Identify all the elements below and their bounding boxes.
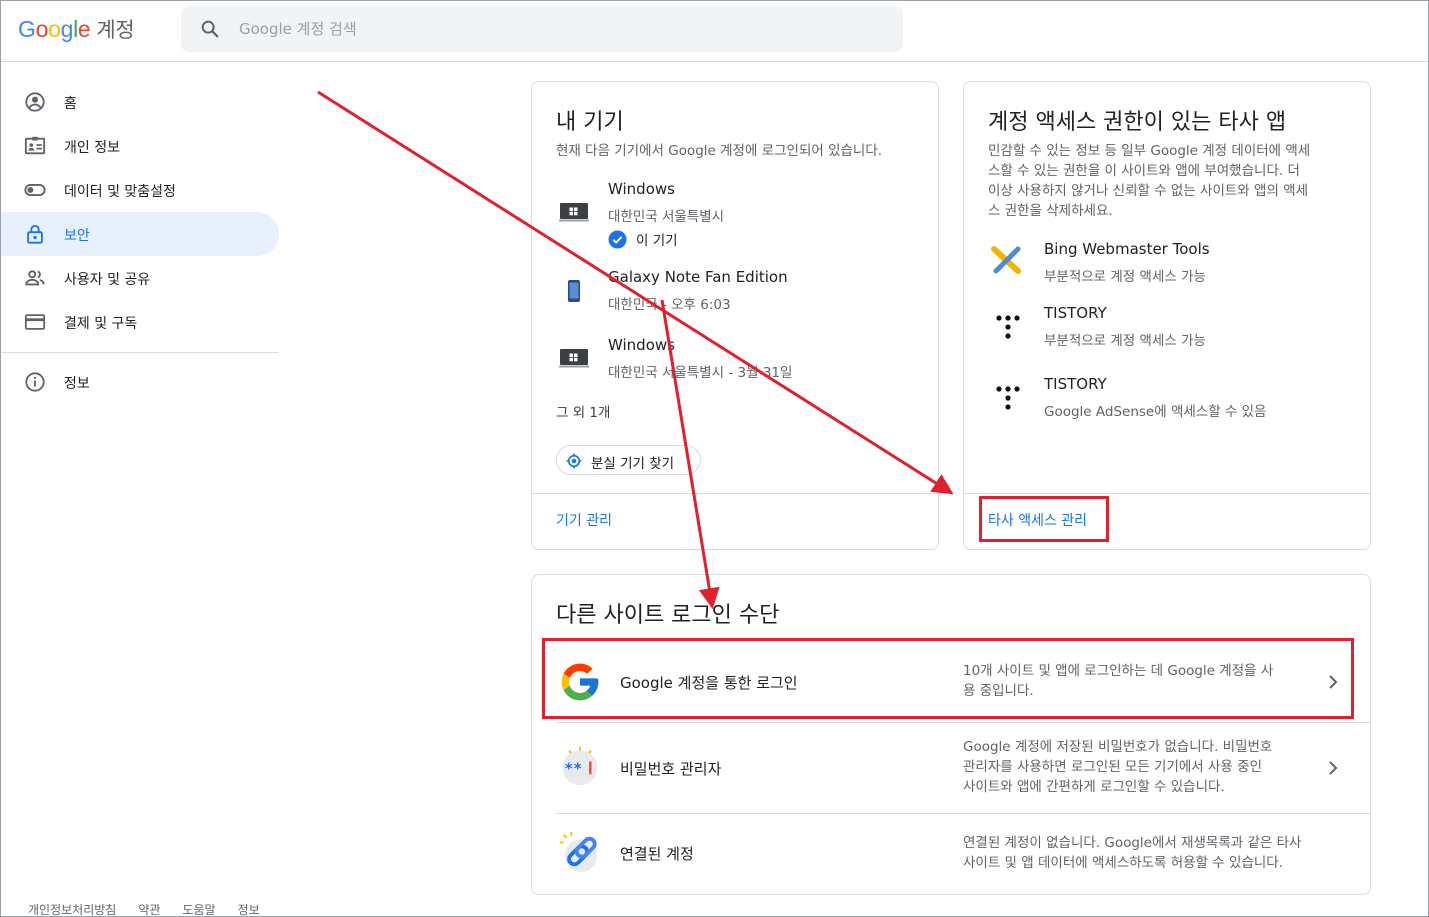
app-name: Bing Webmaster Tools [1044,240,1210,258]
info-icon [25,372,45,392]
footer-link-about[interactable]: 정보 [238,901,260,917]
sidebar-item-label: 정보 [64,376,90,392]
google-g-icon [561,663,599,701]
card-divider [964,493,1370,494]
signin-with-google-desc-1: 10개 사이트 및 앱에 로그인하는 데 Google 계정을 사 [963,663,1274,679]
footer-link-help[interactable]: 도움말 [182,901,215,917]
lock-icon [27,224,43,244]
sidebar-divider [0,352,279,353]
chevron-right-icon[interactable] [1326,760,1340,776]
app-access-level: 부분적으로 계정 액세스 가능 [1044,333,1206,349]
people-icon [25,270,45,286]
device-name: Windows [608,180,675,198]
manage-third-party-access-link[interactable]: 타사 액세스 관리 [988,510,1087,530]
third-party-apps-desc-4: 스 권한을 삭제하세요. [988,203,1113,219]
device-name: Galaxy Note Fan Edition [608,268,788,286]
manage-devices-link[interactable]: 기기 관리 [556,510,612,530]
app-name: TISTORY [1044,375,1107,393]
chevron-right-icon[interactable] [1326,674,1340,690]
bing-webmaster-icon [991,246,1021,274]
device-location: 대한민국 서울특별시 [608,209,725,225]
footer-link-privacy[interactable]: 개인정보처리방침 [28,901,116,917]
linked-accounts-desc-2: 사이트 및 앱 데이터에 액세스하도록 허용할 수 있습니다. [963,855,1283,871]
sidebar-item-label: 사용자 및 공유 [64,272,151,288]
signin-with-google-desc-2: 용 중입니다. [963,683,1034,699]
password-manager-icon: ** [562,746,598,786]
devices-card-title: 내 기기 [556,110,624,135]
sidebar-item-personal-info[interactable]: 개인 정보 [0,124,279,168]
sidebar-item-payments[interactable]: 결제 및 구독 [0,300,279,344]
third-party-apps-desc-2: 스할 수 있는 권한을 이 사이트와 앱에 부여했습니다. 더 [988,163,1300,179]
password-manager-desc-2: 관리자를 사용하면 로그인된 모든 기기에서 사용 중인 [963,759,1262,775]
devices-card-desc: 현재 다음 기기에서 Google 계정에 로그인되어 있습니다. [556,143,883,159]
footer-links: 개인정보처리방침 약관 도움말 정보 [28,901,282,917]
google-account-logo[interactable]: Google 계정 [18,14,135,44]
id-card-icon [24,136,46,155]
search-input[interactable] [239,14,879,44]
tistory-icon [996,315,1020,339]
device-location: 대한민국 서울특별시 - 3월 31일 [608,365,793,381]
sidebar-item-label: 결제 및 구독 [64,316,138,332]
sidebar-item-security[interactable]: 보안 [0,212,279,256]
sidebar-item-label: 개인 정보 [64,140,120,156]
top-bar: Google 계정 [0,0,1429,62]
password-manager-desc-3: 사이트와 앱에 간편하게 로그인할 수 있습니다. [963,779,1225,795]
svg-text:**: ** [564,760,582,777]
phone-icon [568,280,580,302]
device-name: Windows [608,336,675,354]
app-access-level: 부분적으로 계정 액세스 가능 [1044,269,1206,285]
this-device-badge: 이 기기 [636,233,678,249]
password-manager-title: 비밀번호 관리자 [620,760,722,778]
search-icon[interactable] [199,18,221,40]
sidebar-item-about[interactable]: 정보 [0,360,279,404]
footer-link-terms[interactable]: 약관 [138,901,160,917]
sidebar-item-people-sharing[interactable]: 사용자 및 공유 [0,256,279,300]
find-lost-device-button[interactable]: 분실 기기 찾기 [556,445,701,475]
sidebar-item-label: 데이터 및 맞춤설정 [64,184,176,200]
app-access-level: Google AdSense에 액세스할 수 있음 [1044,404,1267,420]
signin-with-google-title: Google 계정을 통한 로그인 [620,674,798,692]
sidebar-item-home[interactable]: 홈 [0,80,279,124]
card-divider [532,493,938,494]
sidebar-item-label: 홈 [64,96,77,112]
linked-accounts-title: 연결된 계정 [620,845,694,863]
find-lost-device-label: 분실 기기 찾기 [591,456,675,472]
sidebar-item-data-personalization[interactable]: 데이터 및 맞춤설정 [0,168,279,212]
device-location: 대한민국 - 오후 6:03 [608,297,731,313]
linked-accounts-desc-1: 연결된 계정이 없습니다. Google에서 재생목록과 같은 타사 [963,835,1302,851]
toggle-icon [24,184,46,196]
password-manager-desc-1: Google 계정에 저장된 비밀번호가 없습니다. 비밀번호 [963,739,1273,755]
third-party-apps-desc-3: 이상 사용하지 않거나 신뢰할 수 없는 사이트와 앱의 액세 [988,183,1308,199]
third-party-apps-desc-1: 민감할 수 있는 정보 등 일부 Google 계정 데이터에 액세 [988,143,1311,159]
link-chain-icon [559,831,598,873]
more-devices-text: 그 외 1개 [556,405,611,421]
app-name: TISTORY [1044,304,1107,322]
logo-suffix: 계정 [96,18,135,42]
signin-card-title: 다른 사이트 로그인 수단 [556,603,780,628]
check-circle-icon [608,230,627,249]
locate-icon [566,453,582,469]
tistory-icon [996,386,1020,410]
third-party-apps-title: 계정 액세스 권한이 있는 타사 앱 [988,110,1287,135]
credit-card-icon [24,314,46,330]
windows-laptop-icon [559,203,589,222]
sidebar-item-label: 보안 [64,228,90,244]
account-circle-icon [25,92,45,112]
windows-laptop-icon [559,349,589,368]
search-bar[interactable] [181,6,903,52]
